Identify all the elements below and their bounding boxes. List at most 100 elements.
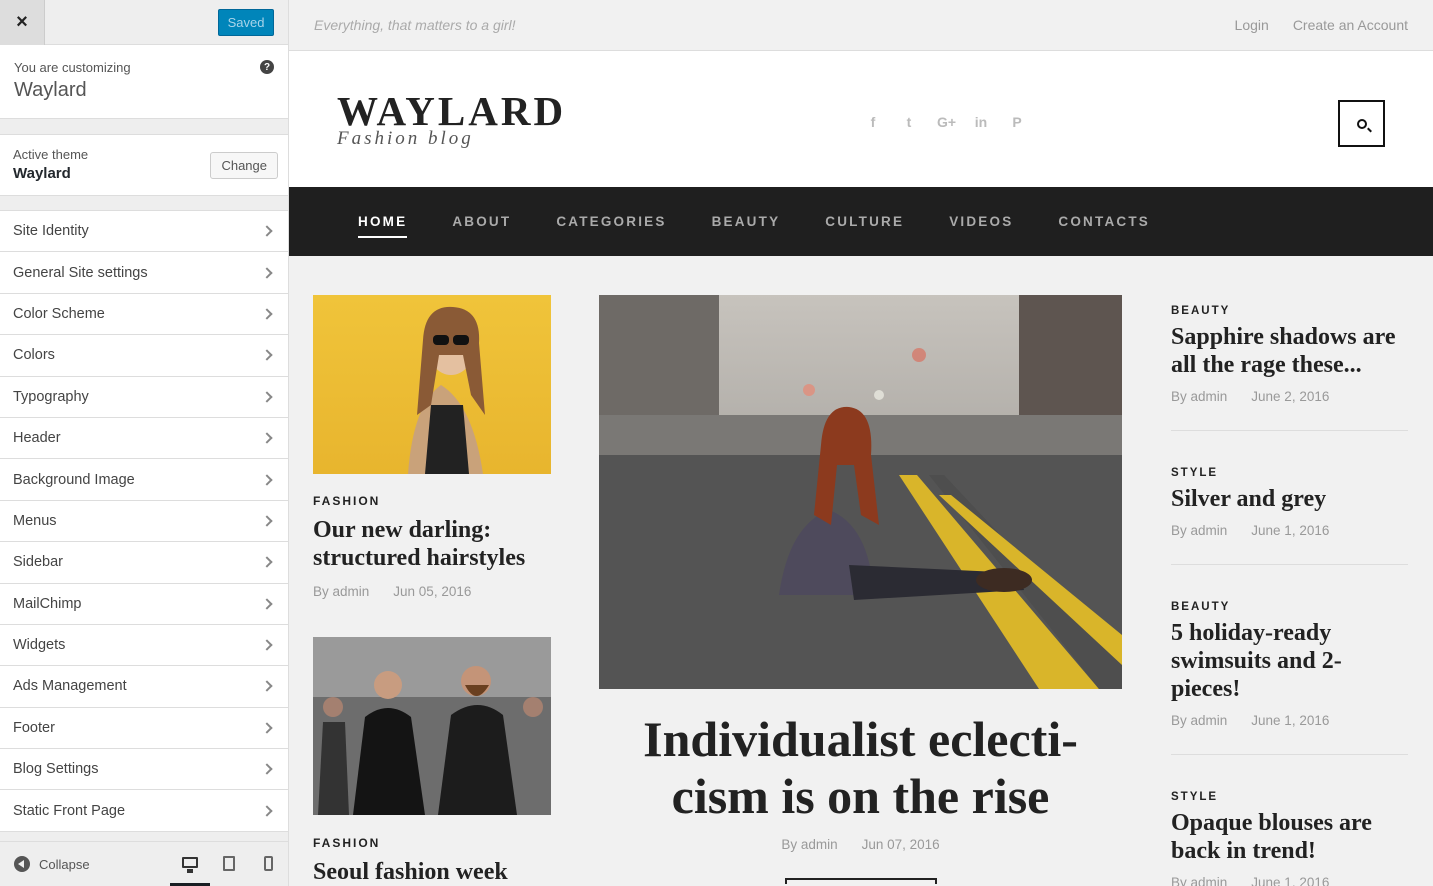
customizing-info: You are customizing Waylard ? xyxy=(0,45,288,119)
post-author[interactable]: By admin xyxy=(1171,713,1227,728)
section-colors[interactable]: Colors xyxy=(0,335,288,377)
chevron-right-icon xyxy=(261,308,273,320)
facebook-icon[interactable]: f xyxy=(865,114,881,130)
preview-desktop-button[interactable] xyxy=(170,841,210,886)
section-sidebar[interactable]: Sidebar xyxy=(0,542,288,584)
list-item: STYLE Opaque blouses are back in trend! … xyxy=(1171,755,1408,886)
section-label: Background Image xyxy=(13,471,135,488)
post-meta: By admin June 1, 2016 xyxy=(1171,523,1408,538)
post-title[interactable]: Opaque blouses are back in trend! xyxy=(1171,809,1408,865)
desktop-icon xyxy=(182,856,198,873)
post-author[interactable]: By admin xyxy=(1171,523,1227,538)
section-ads-management[interactable]: Ads Management xyxy=(0,666,288,708)
post-date: Jun 07, 2016 xyxy=(861,837,940,852)
site-name: Waylard xyxy=(14,79,87,101)
section-blog-settings[interactable]: Blog Settings xyxy=(0,749,288,791)
section-label: Footer xyxy=(13,719,55,736)
section-label: Color Scheme xyxy=(13,305,105,322)
post-author[interactable]: By admin xyxy=(781,837,837,852)
chevron-right-icon xyxy=(261,266,273,279)
chevron-right-icon xyxy=(261,225,273,237)
collapse-button[interactable]: Collapse xyxy=(39,857,90,872)
section-header[interactable]: Header xyxy=(0,417,288,460)
nav-videos[interactable]: VIDEOS xyxy=(949,187,1013,256)
post-title[interactable]: Sapphire shadows are all the rage these.… xyxy=(1171,323,1408,379)
section-background-image[interactable]: Background Image xyxy=(0,459,288,501)
chevron-right-icon xyxy=(261,598,273,610)
post-author[interactable]: By admin xyxy=(1171,875,1227,886)
search-button[interactable] xyxy=(1338,100,1385,147)
post-category[interactable]: FASHION xyxy=(313,836,551,850)
nav-contacts[interactable]: CONTACTS xyxy=(1058,187,1150,256)
chevron-right-icon xyxy=(261,680,273,693)
section-label: Typography xyxy=(13,388,89,405)
collapse-icon[interactable] xyxy=(14,856,30,872)
preview-tablet-button[interactable] xyxy=(209,841,249,886)
nav-beauty[interactable]: BEAUTY xyxy=(712,187,781,256)
post-title[interactable]: Silver and grey xyxy=(1171,485,1408,513)
section-label: Site Identity xyxy=(13,223,89,240)
post-category[interactable]: STYLE xyxy=(1171,467,1408,479)
section-menus[interactable]: Menus xyxy=(0,500,288,543)
help-icon[interactable]: ? xyxy=(260,60,274,74)
read-more-button[interactable] xyxy=(784,878,937,884)
create-account-link[interactable]: Create an Account xyxy=(1293,17,1408,33)
twitter-icon[interactable]: t xyxy=(901,114,917,130)
featured-image[interactable] xyxy=(599,295,1122,689)
change-theme-button[interactable]: Change xyxy=(210,152,278,179)
mobile-icon xyxy=(263,856,273,871)
active-theme-panel: Active theme Waylard Change xyxy=(0,134,288,196)
chevron-right-icon xyxy=(261,556,273,568)
featured-column: Individualist eclecti-cism is on the ris… xyxy=(599,295,1122,884)
post-meta: By admin Jun 05, 2016 xyxy=(313,584,551,599)
social-links: f t G+ in P xyxy=(865,114,1025,130)
section-typography[interactable]: Typography xyxy=(0,376,288,418)
site-topbar: Everything, that matters to a girl! Logi… xyxy=(289,0,1433,51)
google-plus-icon[interactable]: G+ xyxy=(937,114,956,130)
nav-categories[interactable]: CATEGORIES xyxy=(556,187,666,256)
nav-culture[interactable]: CULTURE xyxy=(825,187,904,256)
chevron-right-icon xyxy=(261,349,273,362)
section-general-site-settings[interactable]: General Site settings xyxy=(0,252,288,294)
featured-title[interactable]: Individualist eclecti-cism is on the ris… xyxy=(599,711,1122,825)
preview-mobile-button[interactable] xyxy=(248,841,288,886)
post-category[interactable]: BEAUTY xyxy=(1171,601,1408,613)
post-meta: By admin June 1, 2016 xyxy=(1171,713,1408,728)
section-footer[interactable]: Footer xyxy=(0,707,288,750)
post-date: June 1, 2016 xyxy=(1251,523,1330,538)
nav-home[interactable]: HOME xyxy=(358,187,408,256)
woman-sunglasses-photo xyxy=(408,306,485,474)
post-author[interactable]: By admin xyxy=(1171,389,1227,404)
post-date: June 2, 2016 xyxy=(1251,389,1330,404)
pinterest-icon[interactable]: P xyxy=(1009,114,1025,130)
section-color-scheme[interactable]: Color Scheme xyxy=(0,293,288,336)
post-title[interactable]: 5 holiday-ready swimsuits and 2-pieces! xyxy=(1171,619,1408,703)
post-meta: By admin June 2, 2016 xyxy=(1171,389,1408,404)
login-link[interactable]: Login xyxy=(1235,17,1269,33)
chevron-right-icon xyxy=(261,639,273,651)
post-category[interactable]: FASHION xyxy=(313,494,551,508)
linkedin-icon[interactable]: in xyxy=(973,114,989,130)
post-date: June 1, 2016 xyxy=(1251,713,1330,728)
post-thumbnail[interactable] xyxy=(313,637,551,815)
saved-button[interactable]: Saved xyxy=(218,9,274,36)
post-category[interactable]: BEAUTY xyxy=(1171,305,1408,317)
post-thumbnail[interactable] xyxy=(313,295,551,474)
section-static-front-page[interactable]: Static Front Page xyxy=(0,790,288,832)
section-mailchimp[interactable]: MailChimp xyxy=(0,583,288,625)
chevron-right-icon xyxy=(261,804,273,817)
section-site-identity[interactable]: Site Identity xyxy=(0,211,288,253)
site-logo-subtitle: Fashion blog xyxy=(337,128,474,149)
close-icon[interactable]: × xyxy=(0,0,45,45)
chevron-right-icon xyxy=(261,763,273,775)
section-widgets[interactable]: Widgets xyxy=(0,624,288,667)
section-label: Sidebar xyxy=(13,554,63,571)
main-nav: HOME ABOUT CATEGORIES BEAUTY CULTURE VID… xyxy=(289,187,1433,256)
post-category[interactable]: STYLE xyxy=(1171,791,1408,803)
chevron-right-icon xyxy=(261,515,273,527)
post-title[interactable]: Seoul fashion week xyxy=(313,858,551,886)
post-title[interactable]: Our new darling: structured hairstyles xyxy=(313,516,551,572)
post-author[interactable]: By admin xyxy=(313,584,369,599)
chevron-right-icon xyxy=(261,473,273,486)
nav-about[interactable]: ABOUT xyxy=(452,187,511,256)
